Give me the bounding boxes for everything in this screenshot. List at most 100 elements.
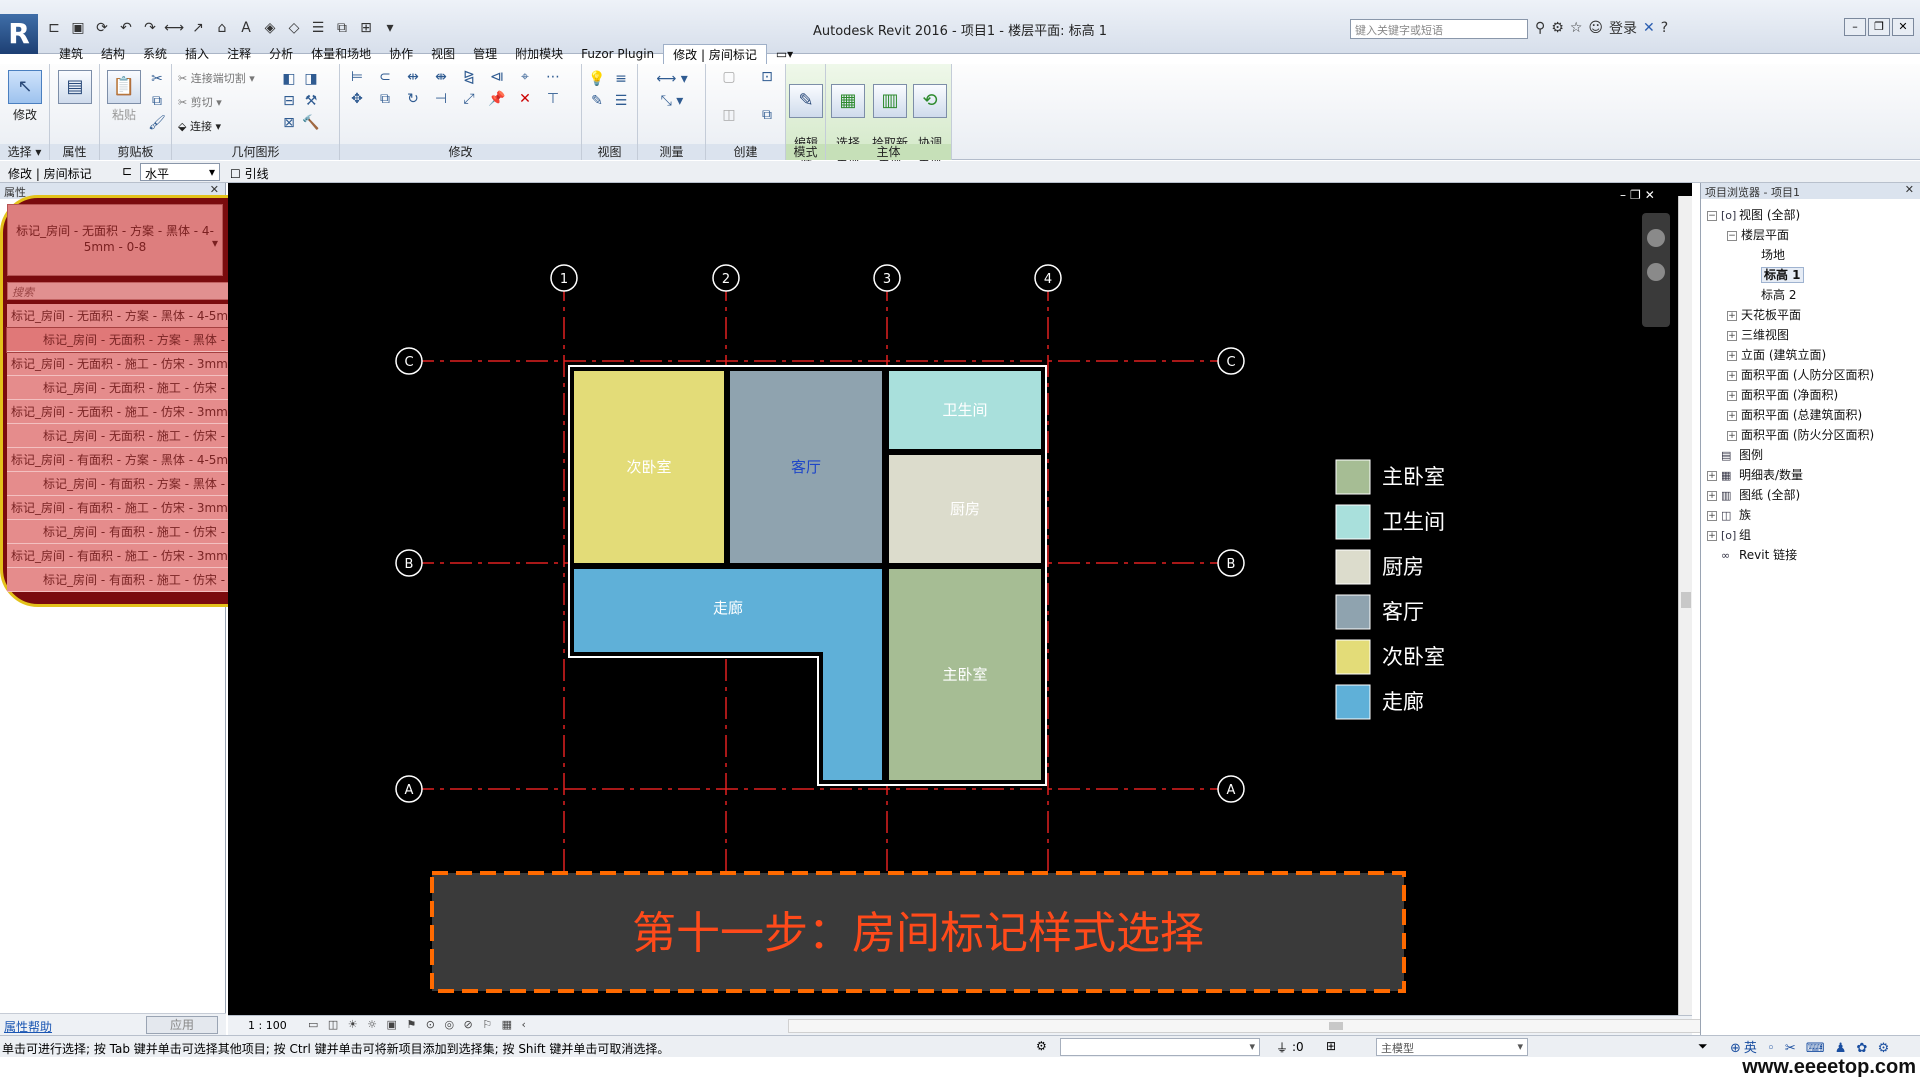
steering-wheel-icon[interactable] [1647,229,1665,247]
split-face-icon[interactable]: ◧ [280,70,298,88]
create-group-icon[interactable]: ⊡ [750,68,784,102]
collapse-icon[interactable]: − [1707,210,1717,221]
scissors-icon[interactable]: ✂ [148,70,166,88]
design-option-select[interactable]: 主模型 ▾ [1376,1038,1528,1056]
tree-node[interactable]: + [o] 组 [1701,525,1920,545]
filter-funnel-icon[interactable]: ⏷ [1698,1039,1708,1054]
expand-icon[interactable]: + [1727,370,1737,381]
pin-icon[interactable]: 📌 [488,90,506,108]
exchange-icon[interactable]: ✕ [1643,20,1655,36]
pick-new-host-button[interactable]: ▥ 拾取新 主体 [870,68,910,167]
ribbon-display-toggle-icon[interactable]: ▭▾ [767,44,802,64]
close-browser-icon[interactable]: ✕ [1905,183,1914,196]
worksets-icon[interactable]: ⚙ [1036,1039,1047,1053]
chevron-down-icon[interactable]: ▾ [212,235,218,251]
expand-icon[interactable]: + [1727,410,1737,421]
vertical-scroll-thumb[interactable] [1681,592,1691,608]
help-search-input[interactable]: 键入关键字或短语 [1350,19,1528,39]
close-icon[interactable]: ✕ [1892,18,1914,36]
expand-icon[interactable]: + [1707,490,1717,501]
ribbon-tab[interactable]: 插入 [176,44,218,64]
orientation-select[interactable]: 水平 ▾ [140,163,220,181]
paint-icon[interactable]: ◨ [302,70,320,88]
copy-element-icon[interactable]: ⧉ [376,90,394,108]
properties-help-link[interactable]: 属性帮助 [4,1018,52,1035]
trim-extend-icon[interactable]: ⊤ [544,90,562,108]
tree-node[interactable]: + 面积平面 (净面积) [1701,385,1920,405]
minimize-icon[interactable]: – [1844,18,1866,36]
select-panel-label[interactable]: 选择 ▾ [0,144,49,160]
collapse-icon[interactable]: − [1727,230,1737,241]
create-parts-icon[interactable]: ▢ [712,68,746,102]
beam-joins-icon[interactable]: ⊠ [280,114,298,132]
ribbon-tab[interactable]: 结构 [92,44,134,64]
ime-icon[interactable]: ⊕ [1730,1041,1744,1056]
tree-node[interactable]: + ▦ 明细表/数量 [1701,465,1920,485]
tree-node[interactable]: + 面积平面 (人防分区面积) [1701,365,1920,385]
vertical-scrollbar[interactable] [1678,196,1692,1016]
tree-node[interactable]: + ◫ 族 [1701,505,1920,525]
ribbon-tab[interactable]: 分析 [260,44,302,64]
expand-icon[interactable]: + [1727,430,1737,441]
rotate-icon[interactable]: ↻ [404,90,422,108]
tree-node[interactable]: + 立面 (建筑立面) [1701,345,1920,365]
zoom-icon[interactable] [1647,263,1665,281]
aligned-dimension-icon[interactable]: ⤡ ▾ [652,92,692,110]
workset-select[interactable]: ▾ [1060,1038,1260,1056]
ribbon-tab[interactable]: 视图 [422,44,464,64]
create-assembly-icon[interactable]: ◫ [712,106,746,140]
expand-icon[interactable]: + [1707,470,1717,481]
tree-node[interactable]: + 面积平面 (防火分区面积) [1701,425,1920,445]
tree-node[interactable]: 标高 2 [1701,285,1920,305]
join-button[interactable]: ⬙ 连接 ▾ [178,118,221,134]
favorites-star-icon[interactable]: ☆ [1570,20,1583,36]
ribbon-tab[interactable]: 管理 [464,44,506,64]
expand-icon[interactable]: + [1727,350,1737,361]
array-icon[interactable]: ⋯ [544,68,562,86]
match-properties-icon[interactable]: 🖌 [148,114,166,132]
restore-icon[interactable]: ❐ [1868,18,1890,36]
tree-node[interactable]: ▤ 图例 [1701,445,1920,465]
navigation-bar[interactable] [1642,213,1670,327]
ribbon-tab[interactable]: Fuzor Plugin [572,44,663,64]
tree-node[interactable]: + 三维视图 [1701,325,1920,345]
tree-node[interactable]: − 楼层平面 [1701,225,1920,245]
tree-node[interactable]: + 天花板平面 [1701,305,1920,325]
align-icon[interactable]: ⊨ [348,68,366,86]
ribbon-tab[interactable]: 系统 [134,44,176,64]
wall-joins-icon[interactable]: ⊟ [280,92,298,110]
mirror-axis-icon[interactable]: ⇹ [404,68,422,86]
binoculars-icon[interactable]: ⚲ [1535,20,1545,36]
cope-button[interactable]: ✂ 连接端切割 ▾ [178,70,255,86]
scale-icon[interactable]: ⤢ [460,90,478,108]
coordinate-host-button[interactable]: ⟲ 协调 主体 [910,68,950,167]
hide-icon[interactable]: ☰ [612,92,630,110]
view-window-controls[interactable]: –❐✕ [1620,188,1659,202]
view-scale[interactable]: 1 : 100 [248,1019,287,1032]
expand-icon[interactable]: + [1727,390,1737,401]
filter-icon[interactable]: ⏚ [1276,1039,1288,1056]
tree-node[interactable]: 场地 [1701,245,1920,265]
ribbon-tab[interactable]: 注释 [218,44,260,64]
linework-icon[interactable]: ≡ [612,70,630,88]
trim-icon[interactable]: ⊣ [432,90,450,108]
user-icon[interactable]: ☺ [1588,20,1603,36]
lightbulb-icon[interactable]: 💡 [588,70,606,88]
subscription-icon[interactable]: ⚙ [1551,20,1564,36]
modify-button[interactable]: ↖ 修改 [5,68,45,134]
ime-language[interactable]: 英 [1744,1041,1760,1056]
apply-button[interactable]: 应用 [146,1016,218,1034]
drawing-canvas[interactable]: 11223344CCBBAA次卧室客厅卫生间厨房走廊主卧室主卧室卫生间厨房客厅次… [228,183,1692,1015]
ribbon-tab[interactable]: 附加模块 [506,44,572,64]
expand-icon[interactable]: + [1707,510,1717,521]
split-icon[interactable]: ⧎ [460,68,478,86]
expand-icon[interactable]: + [1707,530,1717,541]
tree-node[interactable]: ∞ Revit 链接 [1701,545,1920,565]
expand-icon[interactable]: + [1727,330,1737,341]
split-gap-icon[interactable]: ⧏ [488,68,506,86]
edit-family-button[interactable]: ✎ 编辑 族 [786,68,826,167]
mirror-draw-icon[interactable]: ⇼ [432,68,450,86]
tree-node[interactable]: + 面积平面 (总建筑面积) [1701,405,1920,425]
hammer-icon[interactable]: 🔨 [302,114,320,132]
ribbon-tab[interactable]: 修改 | 房间标记 [663,44,767,64]
